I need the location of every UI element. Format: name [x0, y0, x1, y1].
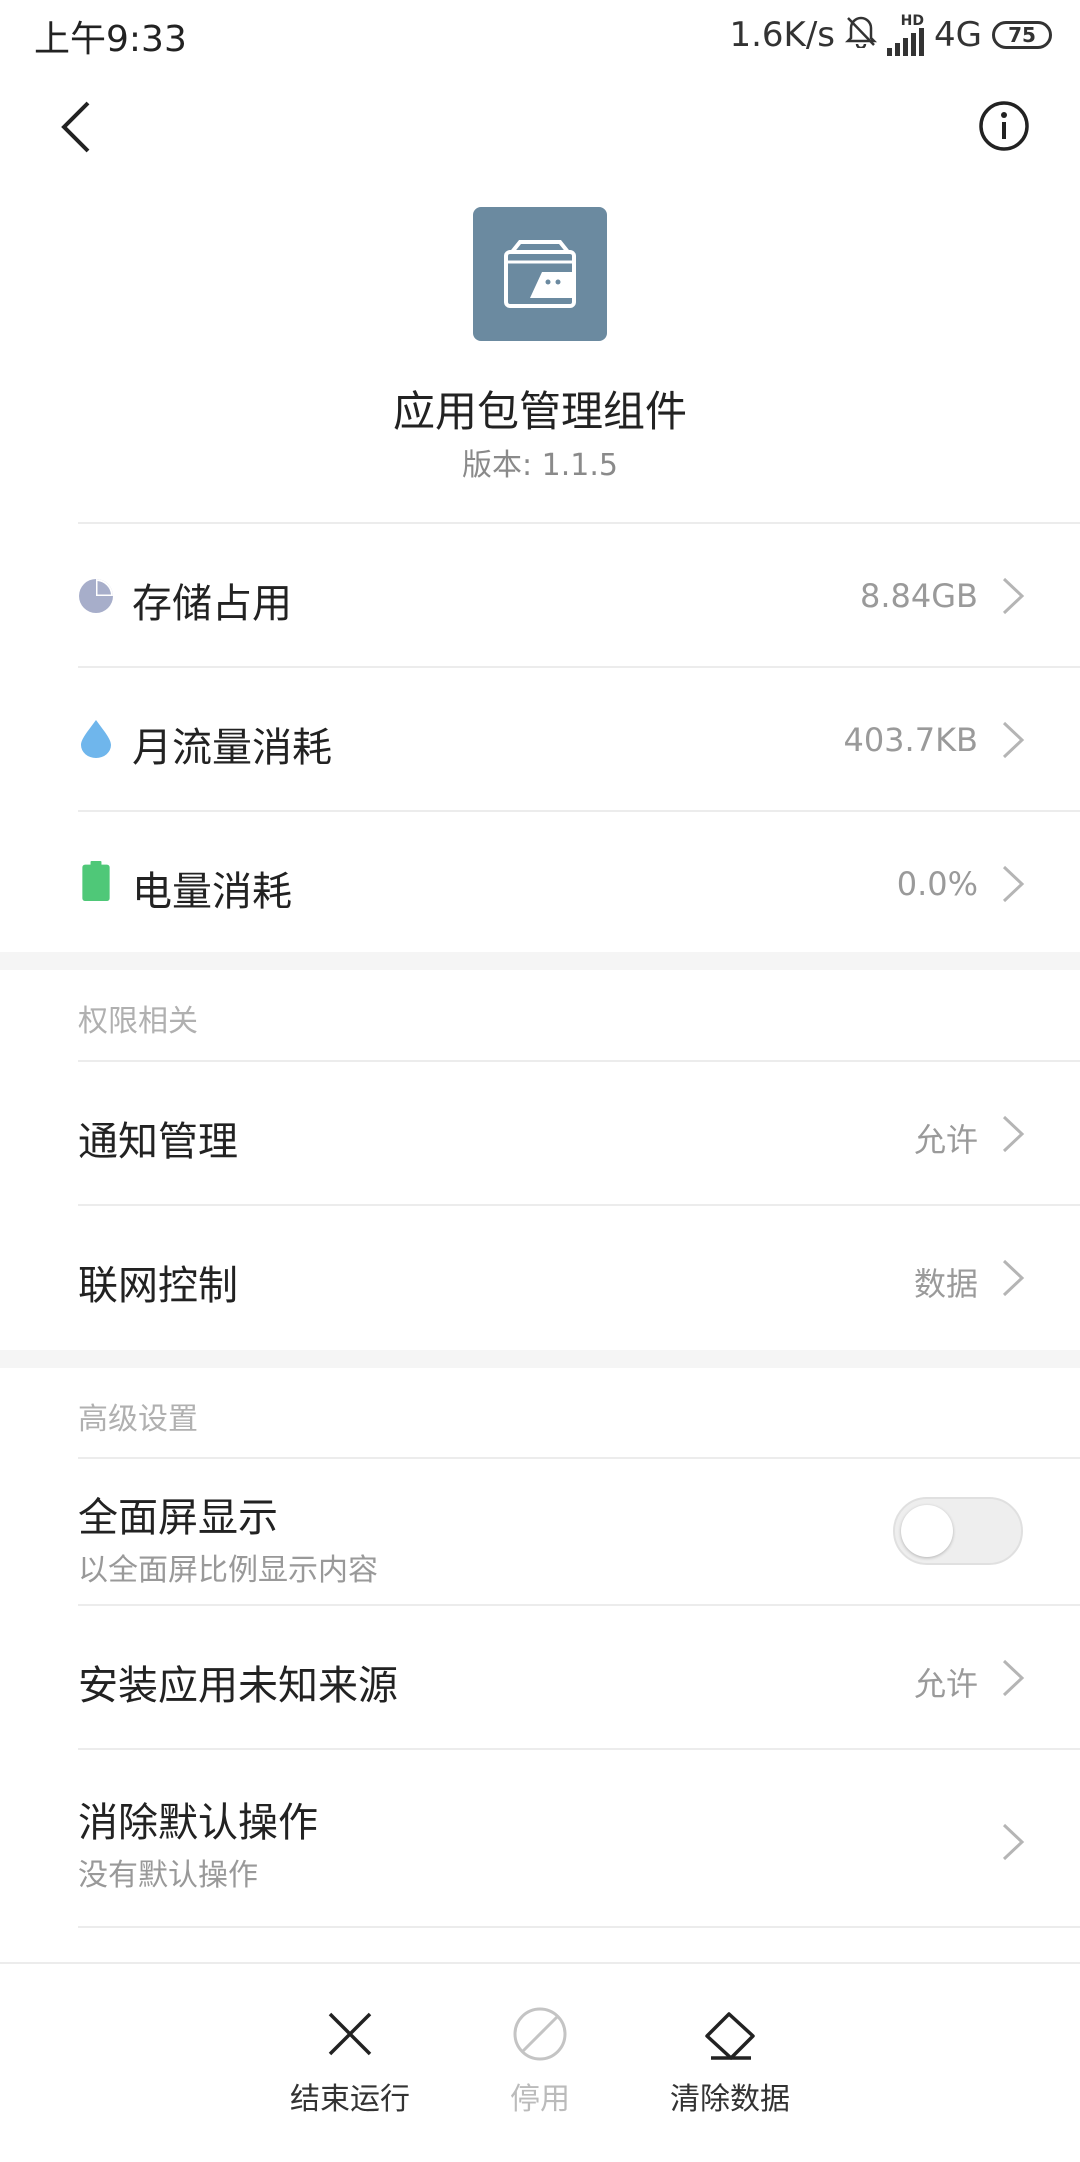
section-gap — [0, 952, 1080, 970]
network-control-row[interactable]: 联网控制 数据 — [0, 1206, 1080, 1348]
force-stop-label: 结束运行 — [290, 2082, 410, 2117]
storage-label: 存储占用 — [132, 581, 292, 627]
disable-button[interactable]: 停用 — [450, 1964, 630, 2162]
network-speed: 1.6K/s — [729, 15, 836, 55]
chevron-right-icon — [1002, 1659, 1025, 1697]
section-gap — [0, 1350, 1080, 1368]
permissions-section-title: 权限相关 — [78, 1004, 198, 1039]
notification-management-label: 通知管理 — [78, 1119, 238, 1165]
network-control-label: 联网控制 — [78, 1263, 238, 1309]
clear-data-label: 清除数据 — [670, 2082, 790, 2117]
notification-management-row[interactable]: 通知管理 允许 — [0, 1062, 1080, 1204]
back-button[interactable] — [48, 95, 104, 159]
clear-data-button[interactable]: 清除数据 — [640, 1964, 820, 2162]
network-type: 4G — [934, 15, 982, 55]
chevron-right-icon — [1002, 865, 1025, 903]
battery-icon — [82, 861, 110, 901]
hd-badge: HD — [900, 13, 925, 29]
status-indicators: 1.6K/s HD 4G 75 — [729, 12, 1052, 58]
info-icon — [979, 101, 1029, 151]
pie-chart-icon — [79, 579, 113, 613]
app-version: 版本: 1.1.5 — [462, 448, 618, 483]
battery-usage-label: 电量消耗 — [132, 869, 292, 915]
storage-row[interactable]: 存储占用 8.84GB — [0, 524, 1080, 666]
block-icon — [510, 2004, 570, 2064]
battery-icon: 75 — [992, 21, 1052, 49]
app-info-button[interactable] — [976, 98, 1032, 154]
divider — [78, 1926, 1080, 1928]
install-unknown-sources-label: 安装应用未知来源 — [78, 1663, 398, 1709]
disable-label: 停用 — [510, 2082, 570, 2117]
clear-defaults-label: 消除默认操作 — [78, 1800, 318, 1846]
signal-icon: HD — [887, 13, 925, 56]
storage-value: 8.84GB — [860, 577, 978, 615]
close-icon — [320, 2004, 380, 2064]
notification-management-value: 允许 — [913, 1121, 978, 1159]
battery-level: 75 — [1008, 23, 1036, 47]
toggle-knob — [901, 1505, 953, 1557]
install-unknown-sources-value: 允许 — [913, 1665, 978, 1703]
data-usage-row[interactable]: 月流量消耗 403.7KB — [0, 668, 1080, 810]
app-name: 应用包管理组件 — [392, 387, 687, 436]
fullscreen-display-label: 全面屏显示 — [78, 1495, 278, 1541]
data-usage-label: 月流量消耗 — [132, 725, 332, 771]
clear-defaults-row[interactable]: 消除默认操作 没有默认操作 — [0, 1750, 1080, 1926]
chevron-right-icon — [1002, 1115, 1025, 1153]
back-arrow-icon — [61, 101, 90, 153]
clear-defaults-subtitle: 没有默认操作 — [78, 1858, 258, 1893]
water-drop-icon — [81, 720, 111, 758]
battery-usage-row[interactable]: 电量消耗 0.0% — [0, 812, 1080, 954]
bottom-action-bar: 结束运行 停用 清除数据 — [0, 1962, 1080, 2162]
install-unknown-sources-row[interactable]: 安装应用未知来源 允许 — [0, 1606, 1080, 1748]
fullscreen-display-subtitle: 以全面屏比例显示内容 — [78, 1553, 378, 1588]
network-control-value: 数据 — [913, 1265, 978, 1303]
fullscreen-toggle[interactable] — [893, 1497, 1023, 1565]
chevron-right-icon — [1002, 1823, 1025, 1861]
status-bar: 上午9:33 1.6K/s HD 4G 75 — [0, 0, 1080, 70]
force-stop-button[interactable]: 结束运行 — [260, 1964, 440, 2162]
chevron-right-icon — [1002, 721, 1025, 759]
data-usage-value: 403.7KB — [843, 721, 978, 759]
advanced-section-title: 高级设置 — [78, 1402, 198, 1437]
status-time: 上午9:33 — [34, 19, 187, 60]
mute-bell-icon — [844, 14, 878, 57]
android-package-icon — [504, 240, 576, 308]
battery-usage-value: 0.0% — [896, 865, 978, 903]
chevron-right-icon — [1002, 577, 1025, 615]
eraser-icon — [700, 2004, 760, 2064]
app-icon — [473, 207, 607, 341]
chevron-right-icon — [1002, 1259, 1025, 1297]
